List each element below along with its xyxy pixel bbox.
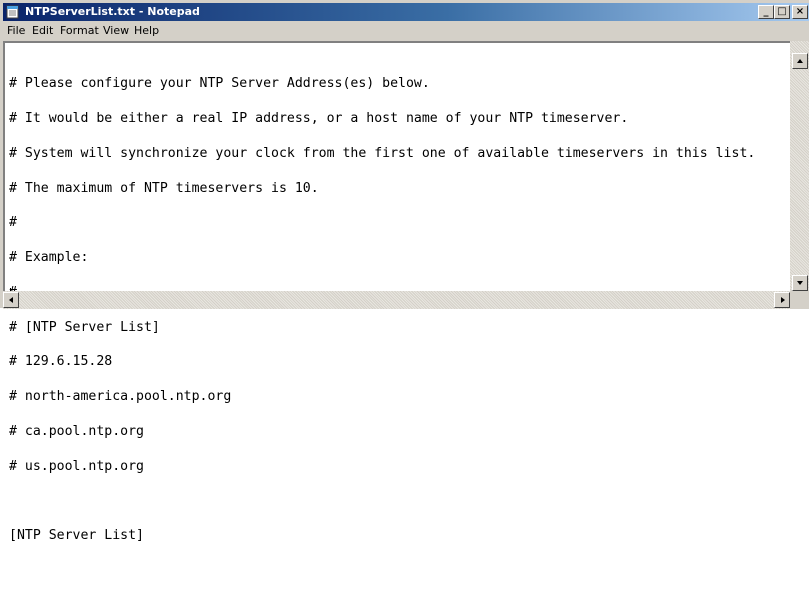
menu-file[interactable]: File	[7, 24, 25, 37]
text-line: # The maximum of NTP timeservers is 10.	[9, 180, 319, 196]
text-line: # 129.6.15.28	[9, 354, 113, 370]
text-line: # us.pool.ntp.org	[9, 458, 144, 474]
arrow-down-icon	[797, 281, 803, 285]
arrow-left-icon	[9, 297, 13, 303]
scroll-right-button[interactable]	[774, 292, 790, 308]
vertical-scrollbar[interactable]	[790, 41, 809, 291]
scroll-up-button[interactable]	[792, 53, 808, 69]
menu-view[interactable]: View	[103, 24, 129, 37]
notepad-icon	[6, 5, 19, 19]
text-line: [NTP Server List]	[9, 528, 144, 544]
close-icon: ×	[795, 6, 805, 17]
text-line: # ca.pool.ntp.org	[9, 424, 144, 439]
window-title: NTPServerList.txt - Notepad	[25, 5, 200, 18]
title-bar[interactable]: NTPServerList.txt - Notepad _ □ ×	[3, 3, 809, 21]
text-line: # [NTP Server List]	[9, 319, 160, 335]
menu-help[interactable]: Help	[134, 24, 159, 37]
menu-edit[interactable]: Edit	[32, 24, 53, 37]
maximize-icon: □	[777, 6, 787, 17]
minimize-button[interactable]: _	[758, 5, 774, 19]
scroll-left-button[interactable]	[3, 292, 19, 308]
arrow-up-icon	[797, 59, 803, 63]
size-grip[interactable]	[790, 291, 809, 309]
text-line: # north-america.pool.ntp.org	[9, 389, 232, 405]
text-line: # It would be either a real IP address, …	[9, 110, 629, 126]
arrow-right-icon	[781, 297, 785, 303]
text-line	[9, 496, 755, 508]
text-line: # Please configure your NTP Server Addre…	[9, 76, 430, 92]
text-line	[9, 565, 755, 577]
text-line: #	[9, 215, 17, 231]
horizontal-scrollbar[interactable]	[3, 291, 790, 309]
close-button[interactable]: ×	[792, 5, 808, 19]
menu-bar: File Edit Format View Help	[3, 21, 809, 40]
document-text: # Please configure your NTP Server Addre…	[9, 55, 755, 600]
text-line: # Example:	[9, 250, 89, 266]
scroll-down-button[interactable]	[792, 275, 808, 291]
notepad-window: NTPServerList.txt - Notepad _ □ × File E…	[0, 0, 809, 542]
menu-format[interactable]: Format	[60, 24, 99, 37]
minimize-icon: _	[763, 6, 769, 17]
maximize-button[interactable]: □	[774, 5, 790, 19]
text-editor[interactable]: # Please configure your NTP Server Addre…	[3, 41, 809, 542]
text-line: # System will synchronize your clock fro…	[9, 145, 756, 161]
